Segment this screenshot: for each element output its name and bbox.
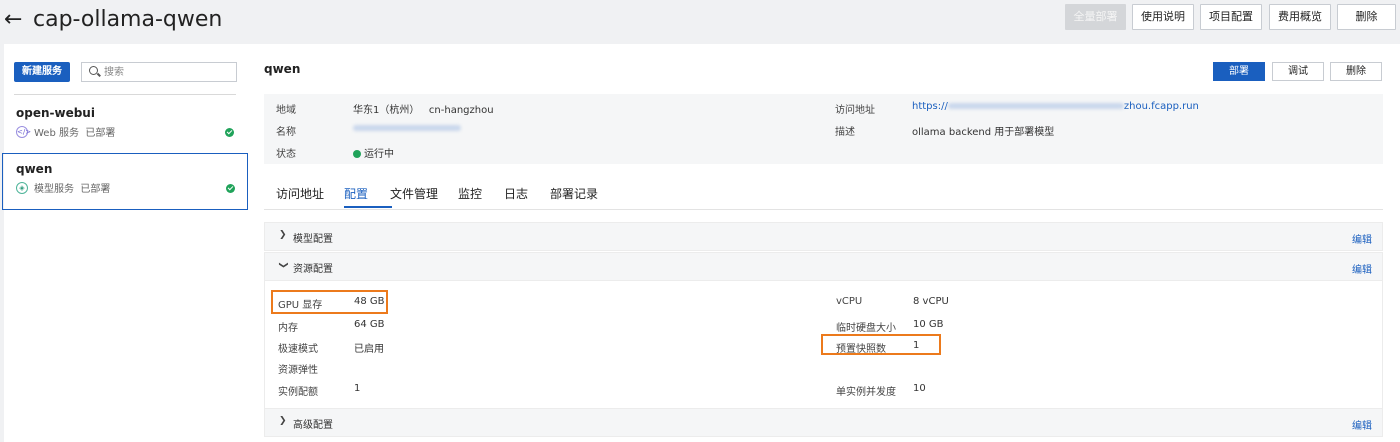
deploy-button[interactable]: 部署 [1213, 62, 1265, 81]
cost-overview-button[interactable]: 费用概览 [1269, 4, 1331, 30]
tab-config[interactable]: 配置 [344, 185, 368, 202]
service-detail-panel: qwen 部署 调试 删除 地域 华东1（杭州） cn-hangzhou 名称 … [250, 44, 1400, 442]
delete-service-button[interactable]: 删除 [1330, 62, 1382, 81]
description-label: 描述 [835, 127, 855, 138]
section-title: 高级配置 [293, 420, 333, 431]
service-name: qwen [16, 162, 53, 176]
search-input[interactable] [104, 64, 224, 80]
running-check-icon [353, 150, 361, 158]
sidebar-divider [14, 94, 236, 95]
gpu-memory-highlight [271, 290, 388, 314]
deploy-all-button[interactable]: 全量部署 [1065, 4, 1126, 30]
memory-label: 内存 [278, 323, 298, 334]
edit-model-config-link[interactable]: 编辑 [1352, 231, 1372, 246]
section-title: 资源配置 [293, 264, 333, 275]
tab-logs[interactable]: 日志 [504, 185, 528, 202]
section-advanced-config[interactable]: ❯ 高级配置 编辑 [264, 408, 1383, 437]
delete-project-button[interactable]: 删除 [1337, 4, 1396, 30]
temp-disk-label: 临时硬盘大小 [836, 323, 896, 334]
service-item-open-webui[interactable]: open-webui </> Web 服务 已部署 [4, 98, 248, 155]
service-status: 已部署 [80, 184, 111, 195]
concurrency-value: 10 [913, 383, 926, 394]
page-title: cap-ollama-qwen [33, 7, 223, 32]
service-item-qwen[interactable]: qwen ◈ 模型服务 已部署 [2, 153, 248, 210]
tab-monitoring[interactable]: 监控 [458, 185, 482, 202]
resource-config-body: GPU 显存 48 GB 内存 64 GB 极速模式 已启用 资源弹性 实例配额… [264, 281, 1383, 408]
edit-advanced-config-link[interactable]: 编辑 [1352, 417, 1372, 432]
service-info-block: 地域 华东1（杭州） cn-hangzhou 名称 状态 运行中 访问地址 ht… [264, 94, 1383, 164]
project-config-button[interactable]: 项目配置 [1200, 4, 1262, 30]
section-resource-config[interactable]: ❯ 资源配置 编辑 [264, 252, 1383, 281]
vcpu-value: 8 vCPU [913, 296, 949, 307]
url-label: 访问地址 [835, 105, 875, 116]
model-service-icon: ◈ [16, 182, 28, 194]
back-arrow-icon[interactable]: ← [4, 6, 22, 34]
status-text: 运行中 [364, 149, 394, 160]
active-tab-indicator [344, 206, 392, 208]
instance-quota-label: 实例配额 [278, 387, 318, 398]
service-title: qwen [264, 62, 301, 76]
new-service-button[interactable]: 新建服务 [14, 62, 70, 82]
detail-tabs: 访问地址 配置 文件管理 监控 日志 部署记录 [264, 174, 1383, 210]
region-code: cn-hangzhou [428, 105, 494, 116]
tab-access-url[interactable]: 访问地址 [276, 185, 324, 202]
web-service-icon: </> [16, 126, 32, 138]
service-type: Web 服务 [34, 128, 79, 139]
service-sidebar: 新建服务 open-webui </> Web 服务 已部署 qwen ◈ 模型… [2, 44, 250, 442]
temp-disk-value: 10 GB [913, 319, 944, 330]
region-label: 地域 [276, 105, 296, 116]
tab-file-management[interactable]: 文件管理 [390, 185, 438, 202]
service-name: open-webui [16, 106, 95, 120]
instructions-button[interactable]: 使用说明 [1132, 4, 1194, 30]
url-prefix: https:// [912, 101, 948, 112]
description-value: ollama backend 用于部署模型 [912, 127, 1055, 138]
debug-button[interactable]: 调试 [1272, 62, 1324, 81]
tab-deploy-history[interactable]: 部署记录 [550, 185, 598, 202]
search-icon [89, 66, 98, 75]
url-suffix: zhou.fcapp.run [1123, 101, 1199, 112]
name-value-redacted [353, 123, 461, 134]
concurrency-label: 单实例并发度 [836, 387, 896, 398]
page-header: ← cap-ollama-qwen 全量部署 使用说明 项目配置 费用概览 删除 [0, 0, 1400, 44]
chevron-right-icon: ❯ [279, 416, 287, 426]
region-value: 华东1（杭州） cn-hangzhou [353, 101, 494, 116]
instance-quota-value: 1 [354, 383, 361, 394]
service-type: 模型服务 [34, 184, 74, 195]
service-meta: 模型服务 已部署 [34, 180, 110, 195]
name-label: 名称 [276, 127, 296, 138]
vcpu-label: vCPU [836, 296, 863, 307]
deployed-check-icon [225, 128, 234, 137]
service-status: 已部署 [85, 128, 116, 139]
fast-mode-label: 极速模式 [278, 344, 318, 355]
status-label: 状态 [276, 149, 296, 160]
section-model-config[interactable]: ❯ 模型配置 编辑 [264, 222, 1383, 251]
service-url-link[interactable]: https:// zhou.fcapp.run [912, 101, 1199, 112]
region-name: 华东1（杭州） [353, 105, 420, 116]
deployed-check-icon [226, 184, 235, 193]
section-title: 模型配置 [293, 234, 333, 245]
fast-mode-value: 已启用 [354, 344, 384, 355]
snapshot-count-highlight [821, 334, 941, 355]
edit-resource-config-link[interactable]: 编辑 [1352, 261, 1372, 276]
chevron-down-icon: ❯ [277, 261, 288, 269]
status-value: 运行中 [353, 145, 394, 160]
chevron-right-icon: ❯ [279, 230, 287, 240]
search-box[interactable] [81, 62, 237, 82]
memory-value: 64 GB [354, 319, 385, 330]
service-meta: Web 服务 已部署 [34, 124, 115, 139]
elasticity-label: 资源弹性 [278, 365, 318, 376]
